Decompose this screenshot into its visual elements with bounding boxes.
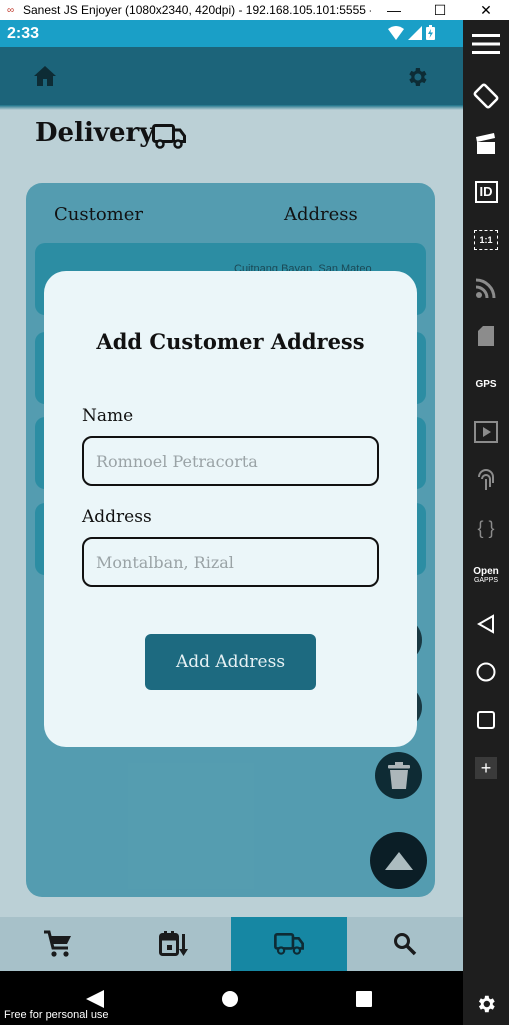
sd-card-button[interactable] bbox=[463, 316, 509, 356]
gps-button[interactable]: GPS bbox=[463, 364, 509, 404]
status-icons bbox=[388, 25, 435, 40]
close-window-button[interactable]: ✕ bbox=[463, 0, 509, 20]
back-button[interactable] bbox=[463, 604, 509, 644]
pixel-perfect-button[interactable]: 1:1 bbox=[463, 220, 509, 260]
signal-icon bbox=[408, 25, 422, 40]
open-gapps-button[interactable]: Open GAPPS bbox=[463, 556, 509, 596]
hamburger-icon bbox=[472, 34, 500, 54]
add-address-button[interactable]: Add Address bbox=[145, 634, 316, 690]
more-button[interactable]: + bbox=[463, 748, 509, 788]
dialog-title: Add Customer Address bbox=[96, 329, 365, 354]
maximize-button[interactable]: ☐ bbox=[417, 0, 463, 20]
settings-button[interactable] bbox=[463, 984, 509, 1024]
gps-icon: GPS bbox=[475, 378, 497, 390]
media-button[interactable] bbox=[463, 412, 509, 452]
name-input[interactable] bbox=[82, 436, 379, 486]
open-gapps-open: Open bbox=[473, 566, 499, 577]
braces-icon: { } bbox=[477, 517, 495, 538]
device-screen: 2:33 Delivery Customer Address Cuitnang … bbox=[0, 20, 463, 1025]
cast-button[interactable] bbox=[463, 268, 509, 308]
rotate-button[interactable] bbox=[463, 76, 509, 116]
status-bar: 2:33 bbox=[0, 20, 463, 47]
ratio-icon: 1:1 bbox=[474, 230, 498, 250]
window-title-bar: ∞ Sanest JS Enjoyer (1080x2340, 420dpi) … bbox=[0, 0, 509, 20]
recents-icon[interactable] bbox=[356, 991, 372, 1007]
plus-icon: + bbox=[475, 757, 497, 779]
address-input[interactable] bbox=[82, 537, 379, 587]
clapperboard-icon bbox=[476, 133, 495, 154]
add-address-dialog: Add Customer Address Name Address Add Ad… bbox=[44, 271, 417, 747]
back-icon[interactable] bbox=[86, 990, 104, 1008]
device-id-button[interactable]: ID bbox=[463, 172, 509, 212]
fingerprint-button[interactable] bbox=[463, 460, 509, 500]
battery-icon bbox=[426, 25, 435, 40]
app-logo-icon: ∞ bbox=[7, 4, 15, 16]
rotate-icon bbox=[473, 83, 499, 109]
fingerprint-icon bbox=[478, 469, 494, 490]
home-button[interactable] bbox=[463, 652, 509, 692]
menu-button[interactable] bbox=[463, 24, 509, 64]
open-gapps-icon: Open GAPPS bbox=[473, 567, 499, 585]
home-outline-icon bbox=[476, 662, 496, 682]
back-outline-icon bbox=[477, 614, 494, 634]
recents-outline-icon bbox=[477, 711, 495, 729]
screen-record-button[interactable] bbox=[463, 124, 509, 164]
window-title: Sanest JS Enjoyer (1080x2340, 420dpi) - … bbox=[23, 3, 371, 17]
name-label: Name bbox=[82, 406, 134, 426]
android-nav-bar: Free for personal use bbox=[0, 971, 463, 1025]
wifi-icon bbox=[388, 25, 404, 40]
watermark-text: Free for personal use bbox=[4, 1009, 109, 1021]
recents-button[interactable] bbox=[463, 700, 509, 740]
film-icon bbox=[474, 421, 498, 443]
emulator-toolbar: ID 1:1 GPS { } Open GAPPS + bbox=[463, 20, 509, 1025]
id-icon: ID bbox=[474, 181, 498, 203]
home-circle-icon[interactable] bbox=[222, 991, 238, 1007]
developer-button[interactable]: { } bbox=[463, 508, 509, 548]
status-time: 2:33 bbox=[7, 24, 40, 42]
open-gapps-gapps: GAPPS bbox=[473, 577, 499, 584]
gear-icon bbox=[478, 995, 495, 1013]
minimize-button[interactable]: — bbox=[371, 0, 417, 20]
address-label: Address bbox=[82, 507, 152, 527]
cast-icon bbox=[476, 278, 496, 298]
sd-card-icon bbox=[478, 326, 494, 346]
